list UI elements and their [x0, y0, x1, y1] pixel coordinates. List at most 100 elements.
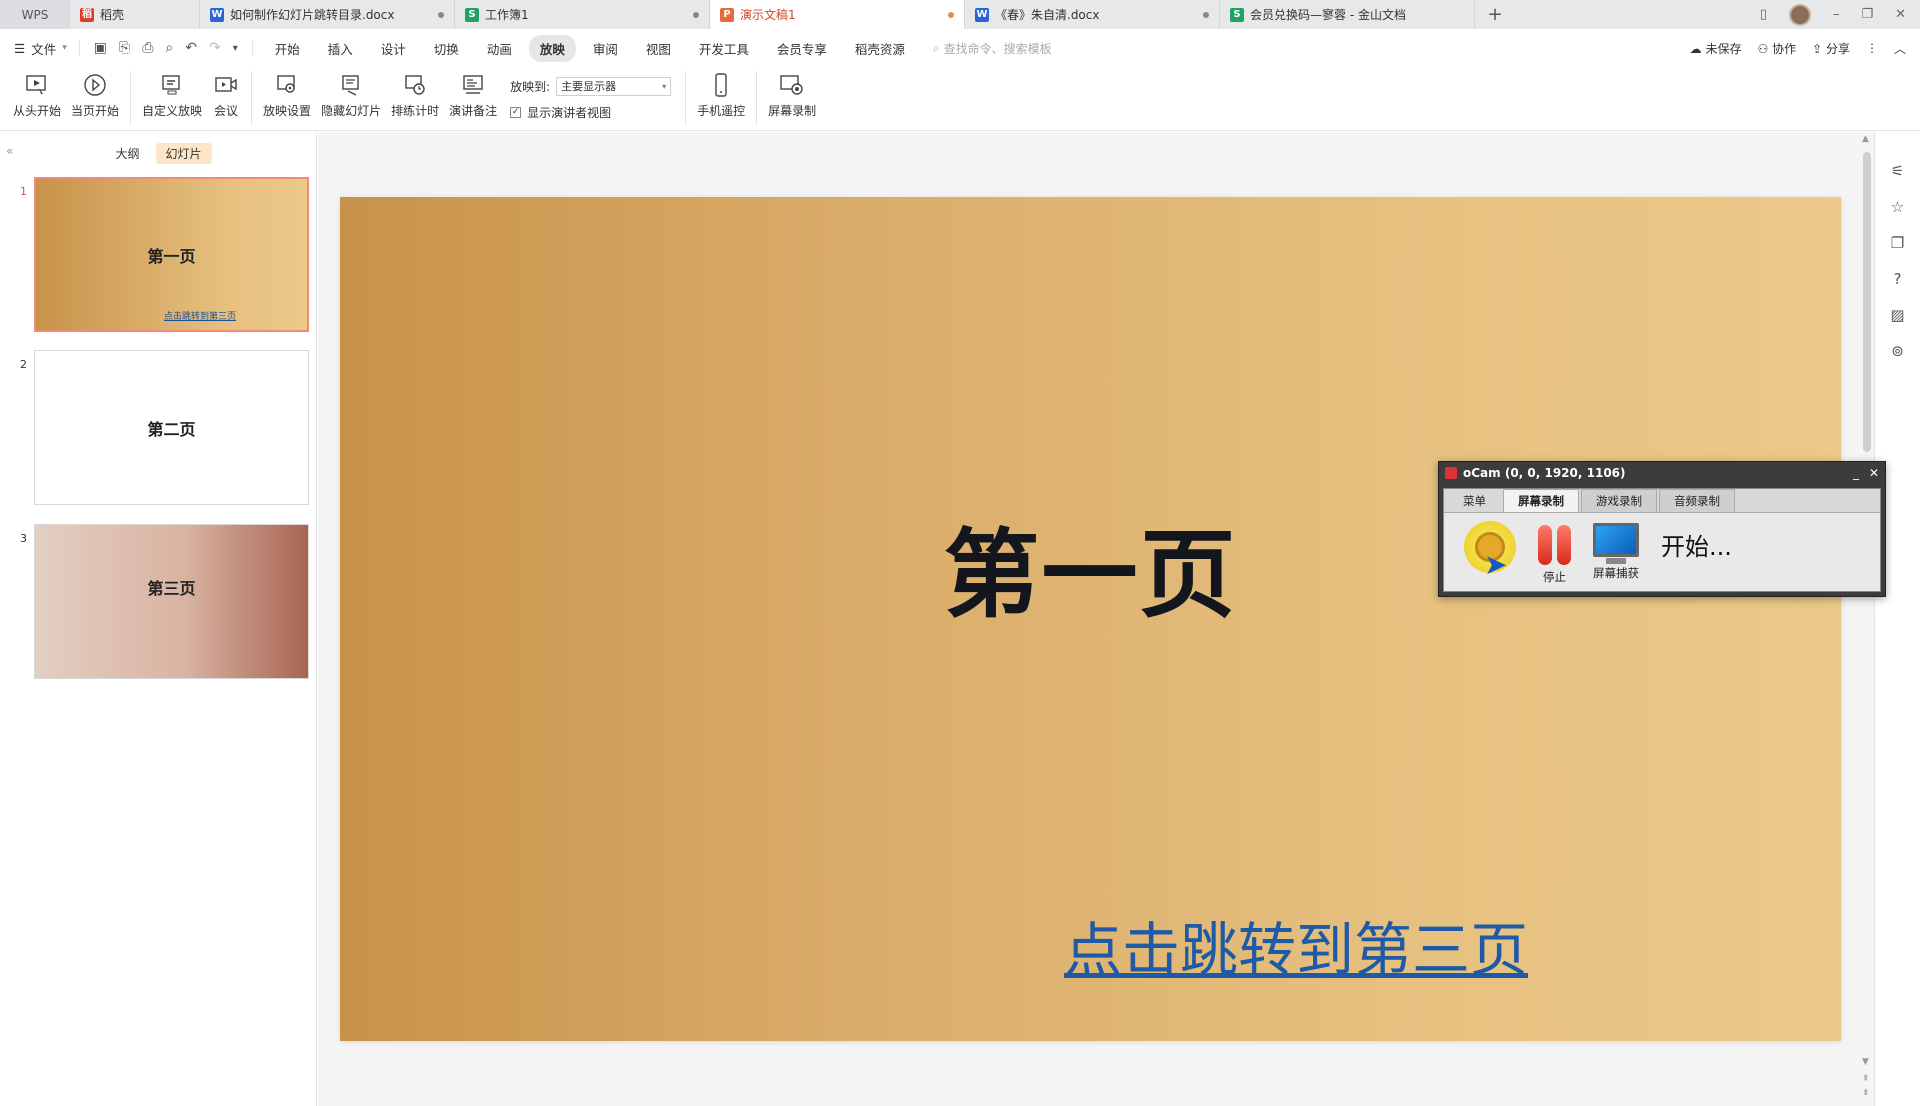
screen-record-icon [778, 71, 806, 99]
hide-slide-button[interactable]: 隐藏幻灯片 [316, 67, 386, 130]
thumbnail-link: 点击跳转到第三页 [164, 312, 237, 322]
ocam-tab-audio-record[interactable]: 音频录制 [1659, 489, 1735, 512]
tab-insert[interactable]: 插入 [317, 35, 364, 62]
scroll-thumb[interactable] [1863, 152, 1871, 452]
tab-presentation[interactable]: P 演示文稿1 [710, 0, 965, 29]
vertical-scrollbar[interactable]: ▲ ▼ ⇞ ⇟ [1860, 132, 1874, 1106]
scroll-up-icon[interactable]: ▲ [1862, 134, 1869, 144]
settings-icon [273, 71, 301, 99]
meeting-button[interactable]: 会议 [207, 67, 245, 130]
next-slide-icon[interactable]: ⇟ [1862, 1088, 1870, 1098]
unsaved-dot-icon [948, 11, 954, 18]
start-status-text: 开始... [1661, 533, 1732, 561]
export-icon[interactable]: ⎘ [119, 40, 130, 56]
stop-icon [1538, 525, 1571, 565]
tab-slides[interactable]: 幻灯片 [155, 142, 212, 164]
restore-icon[interactable]: ❐ [1861, 7, 1873, 22]
slide-thumbnail-2[interactable]: 第二页 [34, 350, 309, 505]
close-icon[interactable]: ✕ [1895, 7, 1906, 22]
ocam-tab-menu[interactable]: 菜单 [1448, 489, 1501, 512]
sliders-icon[interactable]: ⚟ [1891, 162, 1904, 180]
tab-spring-docx[interactable]: W 《春》朱自清.docx [965, 0, 1220, 29]
quick-access-toolbar: ▣ ⎘ ⎙ ⌕ ↶ ↷ ▾ [78, 40, 253, 56]
tab-outline[interactable]: 大纲 [105, 143, 149, 164]
slide-canvas: 第一页 点击跳转到第三页 [318, 132, 1860, 1106]
minimize-icon[interactable]: _ [1853, 466, 1859, 480]
ocam-titlebar[interactable]: oCam (0, 0, 1920, 1106) _ ✕ [1439, 462, 1885, 484]
wps-home-button[interactable]: WPS [0, 0, 70, 29]
tab-developer[interactable]: 开发工具 [688, 35, 760, 62]
tab-docer[interactable]: 稻 稻壳 [70, 0, 200, 29]
share-button[interactable]: ⇪ 分享 [1812, 40, 1850, 57]
more-icon[interactable]: ⋮ [1866, 41, 1878, 55]
display-select[interactable]: 主要显示器 ▾ [556, 76, 672, 96]
tab-transition[interactable]: 切换 [423, 35, 470, 62]
search-icon: ⌕ [932, 40, 940, 55]
play-from-start-button[interactable]: 从头开始 [8, 67, 66, 130]
image-icon[interactable]: ▨ [1890, 306, 1904, 324]
save-icon[interactable]: ▣ [94, 40, 107, 56]
ocam-tab-game-record[interactable]: 游戏录制 [1581, 489, 1657, 512]
rehearse-timing-button[interactable]: 排练计时 [386, 67, 444, 130]
star-icon[interactable]: ☆ [1891, 198, 1904, 216]
slide-number: 1 [20, 185, 27, 198]
tab-review[interactable]: 审阅 [582, 35, 629, 62]
slide-thumbnail-1[interactable]: 第一页 点击跳转到第三页 [34, 177, 309, 332]
screen-capture-button[interactable]: 屏幕捕获 [1593, 521, 1639, 581]
custom-show-button[interactable]: 自定义放映 [137, 67, 207, 130]
print-preview-icon[interactable]: ⌕ [165, 40, 173, 56]
current-slide[interactable]: 第一页 点击跳转到第三页 [340, 197, 1841, 1041]
ocam-tab-screen-record[interactable]: 屏幕录制 [1503, 489, 1579, 512]
customize-icon[interactable]: ▾ [233, 43, 238, 54]
jump-to-slide3-link[interactable]: 点击跳转到第三页 [1064, 903, 1528, 987]
tab-slideshow[interactable]: 放映 [528, 34, 576, 62]
menu-bar: ☰ 文件 ▾ ▣ ⎘ ⎙ ⌕ ↶ ↷ ▾ 开始 插入 设计 切换 动画 放映 审… [0, 29, 1920, 67]
stop-button[interactable]: 停止 [1538, 521, 1571, 585]
tab-design[interactable]: 设计 [370, 35, 417, 62]
screen-record-button[interactable]: 屏幕录制 [763, 67, 821, 130]
slide-number: 3 [20, 532, 27, 545]
undo-icon[interactable]: ↶ [185, 40, 197, 56]
meeting-icon [212, 71, 240, 99]
unsaved-dot-icon [1203, 11, 1209, 18]
collab-button[interactable]: ⚇ 协作 [1758, 40, 1797, 57]
print-icon[interactable]: ⎙ [142, 40, 153, 56]
ribbon: 从头开始 当页开始 自定义放映 会议 放映设置 隐藏幻灯片 排练计时 演讲备注 … [0, 67, 1920, 131]
scroll-down-icon[interactable]: ▼ [1862, 1057, 1869, 1067]
show-options: 放映到: 主要显示器 ▾ ✓ 显示演讲者视图 [502, 67, 679, 130]
close-icon[interactable]: ✕ [1869, 466, 1879, 480]
slide-number: 2 [20, 358, 27, 371]
window-controls: ▯ – ❐ ✕ [1760, 0, 1920, 29]
tab-docer-resources[interactable]: 稻壳资源 [844, 35, 916, 62]
tab-animation[interactable]: 动画 [476, 35, 523, 62]
tab-member[interactable]: 会员专享 [766, 35, 838, 62]
show-settings-button[interactable]: 放映设置 [258, 67, 316, 130]
speaker-notes-button[interactable]: 演讲备注 [444, 67, 502, 130]
new-tab-button[interactable]: + [1475, 0, 1515, 29]
avatar[interactable] [1788, 3, 1811, 26]
unsaved-dot-icon [438, 11, 444, 18]
play-from-current-button[interactable]: 当页开始 [66, 67, 124, 130]
phone-remote-button[interactable]: 手机遥控 [692, 67, 750, 130]
prev-slide-icon[interactable]: ⇞ [1862, 1074, 1870, 1084]
help-icon[interactable]: ? [1894, 270, 1902, 288]
redo-icon[interactable]: ↷ [209, 40, 221, 56]
copy-icon[interactable]: ❐ [1891, 234, 1904, 252]
tab-view[interactable]: 视图 [635, 35, 682, 62]
command-search[interactable]: ⌕ 查找命令、搜索模板 [933, 40, 1052, 57]
collapse-ribbon-icon[interactable]: ︿ [1894, 40, 1906, 57]
presenter-view-checkbox[interactable]: ✓ 显示演讲者视图 [510, 104, 671, 121]
file-menu[interactable]: ☰ 文件 ▾ [0, 39, 79, 58]
slide-thumbnail-3[interactable]: 第三页 [34, 524, 309, 679]
tab-docx-toc[interactable]: W 如何制作幻灯片跳转目录.docx [200, 0, 455, 29]
tab-home[interactable]: 开始 [264, 35, 311, 62]
right-sidebar: ⚟ ☆ ❐ ? ▨ ⊚ [1874, 132, 1920, 1106]
layout-icon[interactable]: ▯ [1760, 7, 1767, 22]
minimize-icon[interactable]: – [1833, 7, 1840, 22]
tab-member-code[interactable]: S 会员兑换码—寥蓉 - 金山文档 [1220, 0, 1475, 29]
unsaved-button[interactable]: ☁ 未保存 [1690, 40, 1742, 57]
menu-tabs: 开始 插入 设计 切换 动画 放映 审阅 视图 开发工具 会员专享 稻壳资源 [253, 34, 919, 62]
chevron-down-icon: ▾ [62, 43, 67, 53]
location-icon[interactable]: ⊚ [1891, 342, 1904, 360]
tab-workbook[interactable]: S 工作簿1 [455, 0, 710, 29]
